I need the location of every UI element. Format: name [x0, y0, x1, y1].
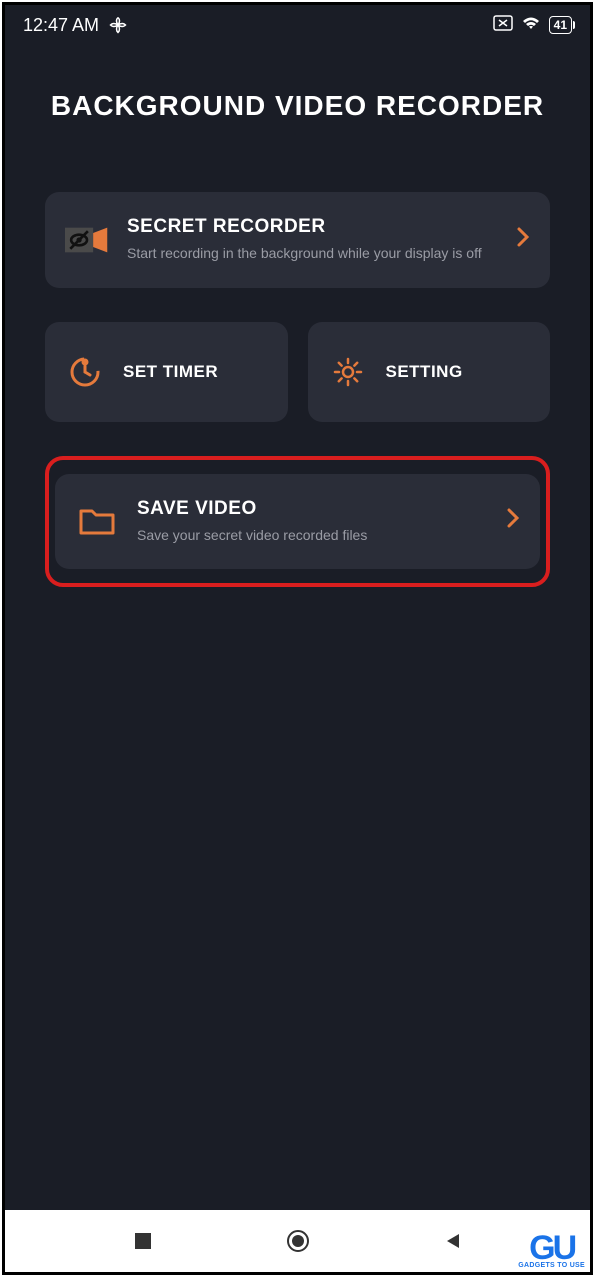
- chevron-right-icon: [506, 507, 520, 535]
- app-content: BACKGROUND VIDEO RECORDER SECRET RECORDE…: [5, 45, 590, 1210]
- chevron-right-icon: [516, 226, 530, 254]
- watermark-text: GADGETS TO USE: [518, 1262, 585, 1269]
- set-timer-title: SET TIMER: [123, 362, 218, 382]
- watermark: GU GADGETS TO USE: [518, 1235, 585, 1269]
- status-bar: 12:47 AM 41: [5, 5, 590, 45]
- wifi-icon: [521, 15, 541, 36]
- rotate-lock-icon: [493, 15, 513, 36]
- status-time: 12:47 AM: [23, 15, 99, 36]
- nav-home-button[interactable]: [286, 1229, 310, 1253]
- folder-icon: [75, 499, 119, 543]
- save-video-card[interactable]: SAVE VIDEO Save your secret video record…: [55, 474, 540, 570]
- gear-icon: [326, 350, 370, 394]
- nav-recents-button[interactable]: [131, 1229, 155, 1253]
- navigation-bar: [5, 1210, 590, 1272]
- nav-back-button[interactable]: [441, 1229, 465, 1253]
- battery-indicator: 41: [549, 16, 572, 34]
- secret-recorder-card[interactable]: SECRET RECORDER Start recording in the b…: [45, 192, 550, 288]
- timer-icon: [63, 350, 107, 394]
- app-title: BACKGROUND VIDEO RECORDER: [45, 90, 550, 122]
- phone-frame: 12:47 AM 41 BACKGROUND VIDEO: [2, 2, 593, 1275]
- highlight-box: SAVE VIDEO Save your secret video record…: [45, 456, 550, 588]
- set-timer-card[interactable]: SET TIMER: [45, 322, 288, 422]
- setting-title: SETTING: [386, 362, 463, 382]
- camera-hidden-icon: [65, 218, 109, 262]
- watermark-logo: GU: [529, 1235, 574, 1262]
- setting-card[interactable]: SETTING: [308, 322, 551, 422]
- save-video-title: SAVE VIDEO: [137, 498, 488, 520]
- secret-recorder-title: SECRET RECORDER: [127, 216, 498, 238]
- save-video-subtitle: Save your secret video recorded files: [137, 526, 488, 546]
- secret-recorder-subtitle: Start recording in the background while …: [127, 244, 498, 264]
- pinwheel-icon: [109, 16, 127, 34]
